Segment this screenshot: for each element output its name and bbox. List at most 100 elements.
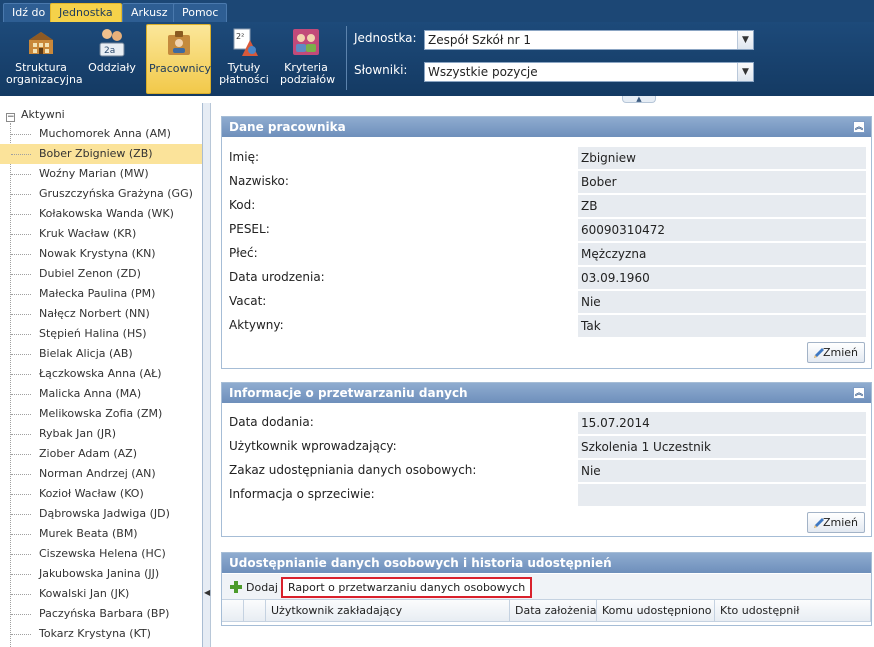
tree-item-employee[interactable]: Murek Beata (BM) [0,524,202,544]
grid-col-uzytkownik[interactable]: Użytkownik zakładający [266,600,510,622]
field-label: Zakaz udostępniania danych osobowych: [229,463,477,477]
ribbon-button-tytuly[interactable]: 2² Tytuły płatności [216,24,272,94]
collapse-up-icon[interactable]: ︽ [853,121,865,133]
field-value [578,484,866,506]
tree-item-employee[interactable]: Dąbrowska Jadwiga (JD) [0,504,202,524]
panel-informacje-przetwarzanie: Informacje o przetwarzaniu danych ︽ Data… [221,382,872,537]
panel-header: Informacje o przetwarzaniu danych ︽ [222,383,871,403]
collapse-up-icon[interactable]: ︽ [853,387,865,399]
tree-item-employee[interactable]: Kowalski Jan (JK) [0,584,202,604]
svg-text:2a: 2a [104,46,115,56]
field-label: Informacja o sprzeciwie: [229,487,375,501]
panel-header: Udostępnianie danych osobowych i histori… [222,553,871,573]
tree-item-employee[interactable]: Ziober Adam (AZ) [0,444,202,464]
tree-item-employee[interactable]: Norman Andrzej (AN) [0,464,202,484]
edit-button-label: Zmień [822,346,858,359]
tree-item-employee[interactable]: Stępień Halina (HS) [0,324,202,344]
jednostka-label: Jednostka: [354,31,417,45]
collapse-icon[interactable]: − [6,113,15,122]
jednostka-select[interactable]: Zespół Szkół nr 1 ▼ [424,30,754,50]
grid-col-komu[interactable]: Komu udostępniono [597,600,715,622]
field-value: Nie [578,291,866,313]
ribbon-separator [346,26,347,90]
tree-item-employee[interactable]: Malicka Anna (MA) [0,384,202,404]
menu-tab-idz-do[interactable]: Idź do [3,3,55,22]
sharing-toolbar: Dodaj Raport o przetwarzaniu danych osob… [222,574,871,600]
add-button-label: Dodaj [246,581,278,594]
ribbon-toolbar: Struktura organizacyjna 2a Oddziały Prac… [0,22,874,96]
edit-button[interactable]: Zmień [807,512,865,533]
field-value: ZB [578,195,866,217]
ribbon-button-struktura[interactable]: Struktura organizacyjna [4,24,83,94]
svg-text:2²: 2² [236,32,244,41]
field-label: Użytkownik wprowadzający: [229,439,397,453]
tree-item-employee[interactable]: Kozioł Wacław (KO) [0,484,202,504]
grid-col-icon [244,600,266,622]
chevron-left-icon[interactable]: ◀ [204,588,210,597]
ribbon-label-struktura: Struktura organizacyjna [6,61,83,86]
field-row: Zakaz udostępniania danych osobowych: Nie [222,460,871,482]
menu-tab-pomoc[interactable]: Pomoc [173,3,228,22]
field-value: 15.07.2014 [578,412,866,434]
field-label: Vacat: [229,294,267,308]
tree-root-aktywni[interactable]: − Aktywni [6,108,65,122]
tree-item-employee[interactable]: Bielak Alicja (AB) [0,344,202,364]
tree-item-employee[interactable]: Nowak Krystyna (KN) [0,244,202,264]
field-value: Bober [578,171,866,193]
add-button[interactable]: Dodaj [224,577,284,598]
panel-title: Udostępnianie danych osobowych i histori… [229,556,612,570]
tree-item-employee[interactable]: Bober Zbigniew (ZB) [0,144,202,164]
tree-item-employee[interactable]: Woźny Marian (MW) [0,164,202,184]
edit-button-label: Zmień [822,516,858,529]
field-row: Kod: ZB [222,195,871,217]
field-label: Data urodzenia: [229,270,325,284]
field-value: Mężczyzna [578,243,866,265]
tree-item-employee[interactable]: Jakubowska Janina (JJ) [0,564,202,584]
tree-item-employee[interactable]: Paczyńska Barbara (BP) [0,604,202,624]
sidebar-splitter[interactable]: ◀ [203,103,211,647]
ribbon-collapse-toggle[interactable]: ▲ [622,96,656,103]
building-icon [29,32,53,54]
tree-item-employee[interactable]: Kołakowska Wanda (WK) [0,204,202,224]
slowniki-select[interactable]: Wszystkie pozycje ▼ [424,62,754,82]
tree-item-employee[interactable]: Nałęcz Norbert (NN) [0,304,202,324]
chevron-down-icon[interactable]: ▼ [737,63,753,81]
pencil-icon [814,518,824,528]
grid-col-data-zalozenia[interactable]: Data założenia [510,600,597,622]
pencil-icon [814,348,824,358]
field-row: Vacat: Nie [222,291,871,313]
menu-tab-arkusz[interactable]: Arkusz [122,3,177,22]
ribbon-button-pracownicy[interactable]: Pracownicy [146,24,211,94]
tree-item-employee[interactable]: Kruk Wacław (KR) [0,224,202,244]
field-label: Imię: [229,150,259,164]
menu-bar: Idź do Jednostka Arkusz Pomoc [0,0,874,22]
field-label: Aktywny: [229,318,284,332]
panel-title: Dane pracownika [229,120,346,134]
edit-button[interactable]: Zmień [807,342,865,363]
grid-col-select [222,600,244,622]
report-button-label: Raport o przetwarzaniu danych osobowych [288,581,526,594]
ribbon-button-kryteria[interactable]: Kryteria podziałów [278,24,335,94]
class-group-icon: 2a [99,29,125,57]
tree-item-employee[interactable]: Małecka Paulina (PM) [0,284,202,304]
tree-item-employee[interactable]: Rybak Jan (JR) [0,424,202,444]
report-button[interactable]: Raport o przetwarzaniu danych osobowych [281,577,533,598]
slowniki-select-value: Wszystkie pozycje [428,65,538,79]
ribbon-button-oddzialy[interactable]: 2a Oddziały [84,24,140,94]
menu-tab-jednostka[interactable]: Jednostka [50,3,122,22]
sharing-grid-header: Użytkownik zakładający Data założenia Ko… [222,600,871,622]
chevron-down-icon[interactable]: ▼ [737,31,753,49]
tree-item-employee[interactable]: Melikowska Zofia (ZM) [0,404,202,424]
criteria-people-icon [293,29,319,55]
tree-item-employee[interactable]: Gruszczyńska Grażyna (GG) [0,184,202,204]
tree-root-label: Aktywni [21,108,65,121]
panel-dane-pracownika: Dane pracownika ︽ Imię: Zbigniew Nazwisko:… [221,116,872,369]
tree-item-employee[interactable]: Muchomorek Anna (AM) [0,124,202,144]
tree-item-employee[interactable]: Tokarz Krystyna (KT) [0,624,202,644]
grid-col-kto[interactable]: Kto udostępnił [715,600,871,622]
tree-item-employee[interactable]: Ciszewska Helena (HC) [0,544,202,564]
field-value: 60090310472 [578,219,866,241]
tree-item-employee[interactable]: Łączkowska Anna (AŁ) [0,364,202,384]
field-label: PESEL: [229,222,270,236]
tree-item-employee[interactable]: Dubiel Zenon (ZD) [0,264,202,284]
